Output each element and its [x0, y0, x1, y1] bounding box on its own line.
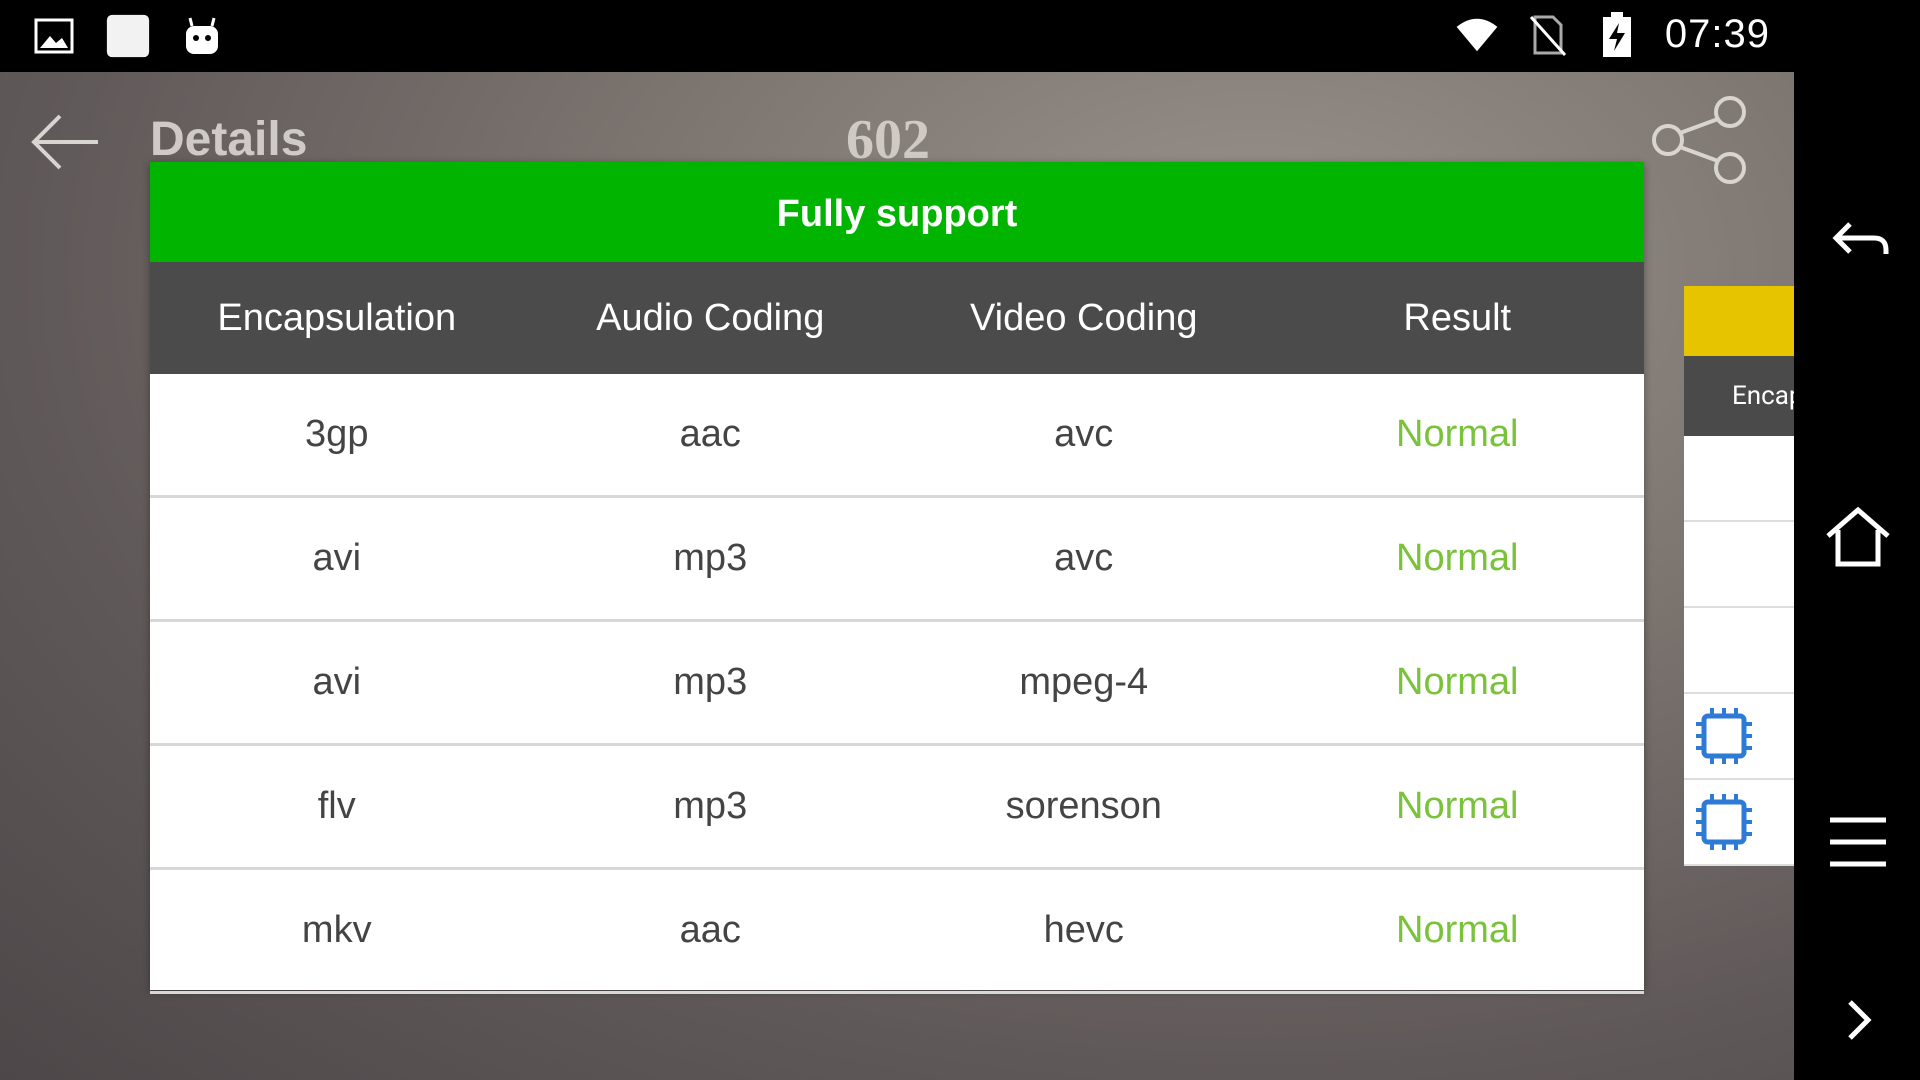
- cell-encapsulation: 3gp: [305, 413, 369, 455]
- table-row[interactable]: avi mp3 avc Normal: [150, 498, 1644, 622]
- cell-result: Normal: [1396, 785, 1519, 827]
- cell-encapsulation: mkv: [301, 909, 372, 951]
- cell-result: Normal: [1396, 537, 1519, 579]
- side-panel-header-bar: [1684, 286, 1794, 356]
- android-icon: [180, 14, 224, 58]
- back-icon[interactable]: [1822, 202, 1894, 274]
- side-panel-row: [1684, 694, 1794, 780]
- table-header: Encapsulation Audio Coding Video Coding …: [150, 262, 1644, 374]
- cell-result: Normal: [1396, 661, 1519, 703]
- no-sim-icon: [1525, 13, 1569, 57]
- cell-encapsulation: flv: [317, 785, 356, 827]
- cell-encapsulation: avi: [312, 661, 362, 703]
- home-icon[interactable]: [1822, 500, 1894, 572]
- cell-audio: aac: [679, 413, 741, 455]
- wifi-icon: [1455, 13, 1499, 57]
- page-title: Details: [150, 113, 308, 166]
- cell-audio: aac: [679, 909, 741, 951]
- support-dialog: Fully support Encapsulation Audio Coding…: [150, 162, 1644, 994]
- app-icon: [106, 14, 150, 58]
- side-panel-row: [1684, 780, 1794, 866]
- side-panel-row: [1684, 522, 1794, 608]
- cell-result: Normal: [1396, 413, 1519, 455]
- table-row[interactable]: flv mp3 sorenson Normal: [150, 746, 1644, 870]
- menu-icon[interactable]: [1822, 806, 1894, 878]
- chip-icon: [1694, 706, 1754, 766]
- side-panel-row: [1684, 608, 1794, 694]
- side-panel: Encap: [1684, 286, 1794, 866]
- cell-video: avc: [1054, 413, 1114, 455]
- share-icon[interactable]: [1648, 90, 1748, 190]
- column-header-result: Result: [1403, 297, 1512, 339]
- cell-video: mpeg-4: [1019, 661, 1149, 703]
- cell-audio: mp3: [673, 537, 748, 579]
- chevron-right-icon[interactable]: [1822, 984, 1894, 1056]
- cell-video: hevc: [1043, 909, 1124, 951]
- dialog-title: Fully support: [150, 162, 1644, 262]
- battery-charging-icon: [1595, 11, 1639, 57]
- clock: 07:39: [1664, 12, 1770, 56]
- gallery-icon: [32, 14, 76, 58]
- cell-video: sorenson: [1005, 785, 1162, 827]
- column-header-video-coding: Video Coding: [970, 297, 1198, 339]
- cell-audio: mp3: [673, 661, 748, 703]
- app-screen: Details 602 Encap: [0, 72, 1794, 1080]
- column-header-audio-coding: Audio Coding: [596, 297, 825, 339]
- table-row[interactable]: 3gp aac avc Normal: [150, 374, 1644, 498]
- table-row[interactable]: mkv aac hevc Normal: [150, 870, 1644, 994]
- back-arrow-icon[interactable]: [26, 102, 106, 182]
- side-panel-column-header: Encap: [1684, 356, 1794, 436]
- cell-video: avc: [1054, 537, 1114, 579]
- column-header-encapsulation: Encapsulation: [217, 297, 457, 339]
- navigation-bar: [1794, 0, 1920, 1080]
- cell-result: Normal: [1396, 909, 1519, 951]
- cell-encapsulation: avi: [312, 537, 362, 579]
- chip-icon: [1694, 792, 1754, 852]
- cell-audio: mp3: [673, 785, 748, 827]
- table-row[interactable]: avi mp3 mpeg-4 Normal: [150, 622, 1644, 746]
- side-panel-row: [1684, 436, 1794, 522]
- status-bar: 07:39: [0, 0, 1920, 72]
